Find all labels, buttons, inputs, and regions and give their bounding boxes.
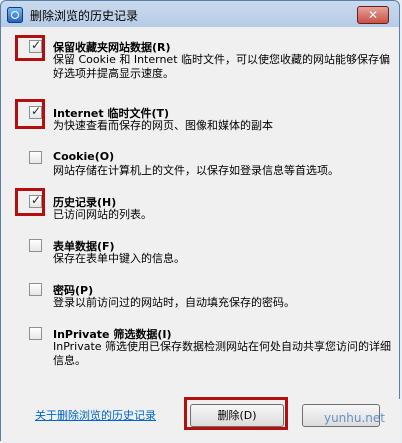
window-title: 删除浏览的历史记录 (30, 9, 139, 23)
option-description: 登录以前访问过的网站时，自动填充保存的密码。 (53, 296, 295, 309)
option-description: 保存在表单中键入的信息。 (53, 252, 185, 265)
delete-browsing-history-dialog: 删除浏览的历史记录 ✕ 保留收藏夹网站数据(R) 保留 Cookie 和 Int… (0, 0, 401, 442)
option-description: 保留 Cookie 和 Internet 临时文件，可以使您收藏的网站能够保存偏… (53, 53, 390, 80)
checkbox-form-data[interactable] (29, 239, 42, 252)
option-description: 为快速查看而保存的网页、图像和媒体的副本 (53, 119, 273, 132)
checkbox-inprivate-filtering[interactable] (29, 327, 42, 340)
option-passwords: 密码(P) 登录以前访问过的网站时，自动填充保存的密码。 (29, 282, 387, 316)
option-temp-files: Internet 临时文件(T) 为快速查看而保存的网页、图像和媒体的副本 (15, 99, 387, 141)
checkbox-history[interactable] (29, 193, 42, 208)
option-form-data: 表单数据(F) 保存在表单中键入的信息。 (29, 238, 387, 272)
options-panel: 保留收藏夹网站数据(R) 保留 Cookie 和 Internet 临时文件，可… (15, 29, 391, 399)
option-description: InPrivate 筛选使用已保存数据检测网站在何处自动共享您访问的详细信息。 (53, 340, 392, 367)
internet-explorer-icon (7, 7, 23, 23)
option-description: 网站存储在计算机上的文件，以保存如登录信息等首选项。 (53, 164, 339, 177)
checkbox-temp-files[interactable] (29, 104, 42, 119)
option-preserve-favorites: 保留收藏夹网站数据(R) 保留 Cookie 和 Internet 临时文件，可… (15, 35, 390, 89)
watermark: yunhu.net (323, 411, 385, 425)
option-cookies: Cookie(O) 网站存储在计算机上的文件，以保存如登录信息等首选项。 (29, 150, 387, 184)
close-button[interactable]: ✕ (357, 6, 389, 24)
option-description: 已访问网站的列表。 (53, 208, 152, 221)
option-inprivate-filtering: InPrivate 筛选数据(I) InPrivate 筛选使用已保存数据检测网… (29, 326, 391, 376)
option-label: Cookie(O) (53, 150, 115, 163)
dialog-footer: 关于删除浏览的历史记录 删除(D) yunhu.net (1, 397, 401, 442)
checkbox-preserve-favorites[interactable] (29, 38, 42, 53)
title-bar: 删除浏览的历史记录 ✕ (1, 1, 399, 29)
delete-button[interactable]: 删除(D) (190, 404, 284, 427)
help-link[interactable]: 关于删除浏览的历史记录 (35, 407, 156, 423)
checkbox-cookies[interactable] (29, 151, 42, 164)
option-history: 历史记录(H) 已访问网站的列表。 (15, 188, 387, 228)
checkbox-passwords[interactable] (29, 283, 42, 296)
